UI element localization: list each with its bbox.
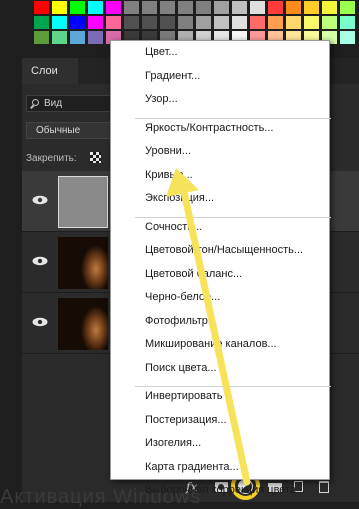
color-swatch[interactable]: [286, 1, 301, 14]
menu-separator: [135, 117, 331, 119]
color-swatch[interactable]: [214, 16, 229, 29]
color-swatch[interactable]: [304, 1, 319, 14]
color-swatch[interactable]: [340, 1, 355, 14]
color-swatch[interactable]: [178, 16, 193, 29]
color-swatch[interactable]: [232, 1, 247, 14]
color-swatch[interactable]: [70, 16, 85, 29]
color-swatch[interactable]: [322, 16, 337, 29]
blend-mode-value: Обычные: [36, 125, 81, 136]
color-swatch[interactable]: [250, 16, 265, 29]
color-swatch[interactable]: [268, 16, 283, 29]
menu-item[interactable]: Постеризация...: [145, 414, 227, 426]
layer-thumbnail[interactable]: [58, 298, 108, 350]
color-swatch[interactable]: [88, 16, 103, 29]
color-swatch[interactable]: [52, 31, 67, 44]
color-swatch[interactable]: [124, 1, 139, 14]
eye-icon[interactable]: [32, 256, 48, 266]
color-swatch[interactable]: [232, 16, 247, 29]
color-swatch[interactable]: [160, 16, 175, 29]
lock-label: Закрепить:: [26, 153, 77, 164]
color-swatch[interactable]: [196, 1, 211, 14]
color-swatch[interactable]: [340, 31, 355, 44]
menu-item[interactable]: Узор...: [145, 93, 178, 105]
menu-separator: [135, 386, 331, 387]
color-swatch[interactable]: [124, 16, 139, 29]
menu-item[interactable]: Цветовой баланс...: [145, 268, 242, 280]
menu-item[interactable]: Микширование каналов...: [145, 338, 277, 350]
tab-layers[interactable]: Слои: [22, 58, 78, 84]
menu-item[interactable]: Карта градиента...: [145, 461, 239, 473]
layer-thumbnail[interactable]: [58, 176, 108, 228]
color-swatch[interactable]: [196, 16, 211, 29]
menu-item[interactable]: Цветовой тон/Насыщенность...: [145, 244, 303, 256]
layer-thumbnail[interactable]: [58, 237, 108, 289]
color-swatch[interactable]: [106, 1, 121, 14]
eye-icon[interactable]: [32, 195, 48, 205]
color-swatch[interactable]: [70, 1, 85, 14]
eye-icon[interactable]: [32, 317, 48, 327]
menu-item[interactable]: Изогелия...: [145, 437, 201, 449]
color-swatch[interactable]: [34, 31, 49, 44]
menu-item[interactable]: Поиск цвета...: [145, 362, 217, 374]
color-swatch[interactable]: [34, 16, 49, 29]
color-swatch[interactable]: [88, 31, 103, 44]
color-swatch[interactable]: [304, 16, 319, 29]
color-swatch[interactable]: [88, 1, 103, 14]
menu-item[interactable]: Черно-белое...: [145, 291, 220, 303]
color-swatch[interactable]: [70, 31, 85, 44]
menu-item[interactable]: Сочность...: [145, 221, 202, 233]
color-swatch[interactable]: [268, 1, 283, 14]
color-swatch[interactable]: [322, 1, 337, 14]
color-swatch[interactable]: [214, 1, 229, 14]
color-swatch[interactable]: [178, 1, 193, 14]
filter-label: Вид: [44, 98, 63, 109]
color-swatch[interactable]: [142, 1, 157, 14]
menu-item[interactable]: Цвет...: [145, 46, 178, 58]
color-swatch[interactable]: [340, 16, 355, 29]
adjustment-menu: Цвет... Градиент... Узор... Яркость/Контрас…: [110, 40, 331, 496]
color-swatch[interactable]: [106, 16, 121, 29]
search-icon: [32, 99, 39, 106]
menu-item[interactable]: Градиент...: [145, 70, 200, 82]
menu-separator: [135, 216, 331, 218]
color-swatch[interactable]: [286, 16, 301, 29]
menu-item[interactable]: Экспозиция...: [145, 192, 214, 204]
menu-item[interactable]: Уровни...: [145, 145, 191, 157]
swatches-panel: [31, 0, 359, 44]
color-swatch[interactable]: [142, 16, 157, 29]
trash-icon[interactable]: [319, 481, 329, 493]
menu-item[interactable]: Выборочная коррекция цвета...: [145, 484, 305, 496]
lock-transparent-pixels-icon[interactable]: [90, 152, 101, 163]
tab-layers-label: Слои: [31, 65, 58, 77]
color-swatch[interactable]: [52, 1, 67, 14]
menu-item[interactable]: Фотофильтр...: [145, 315, 217, 327]
menu-item[interactable]: Яркость/Контрастность...: [145, 122, 273, 134]
menu-item[interactable]: Инвертировать: [145, 390, 222, 402]
color-swatch[interactable]: [160, 1, 175, 14]
menu-item[interactable]: Кривые...: [145, 169, 193, 181]
color-swatch[interactable]: [34, 1, 49, 14]
color-swatch[interactable]: [52, 16, 67, 29]
color-swatch[interactable]: [250, 1, 265, 14]
